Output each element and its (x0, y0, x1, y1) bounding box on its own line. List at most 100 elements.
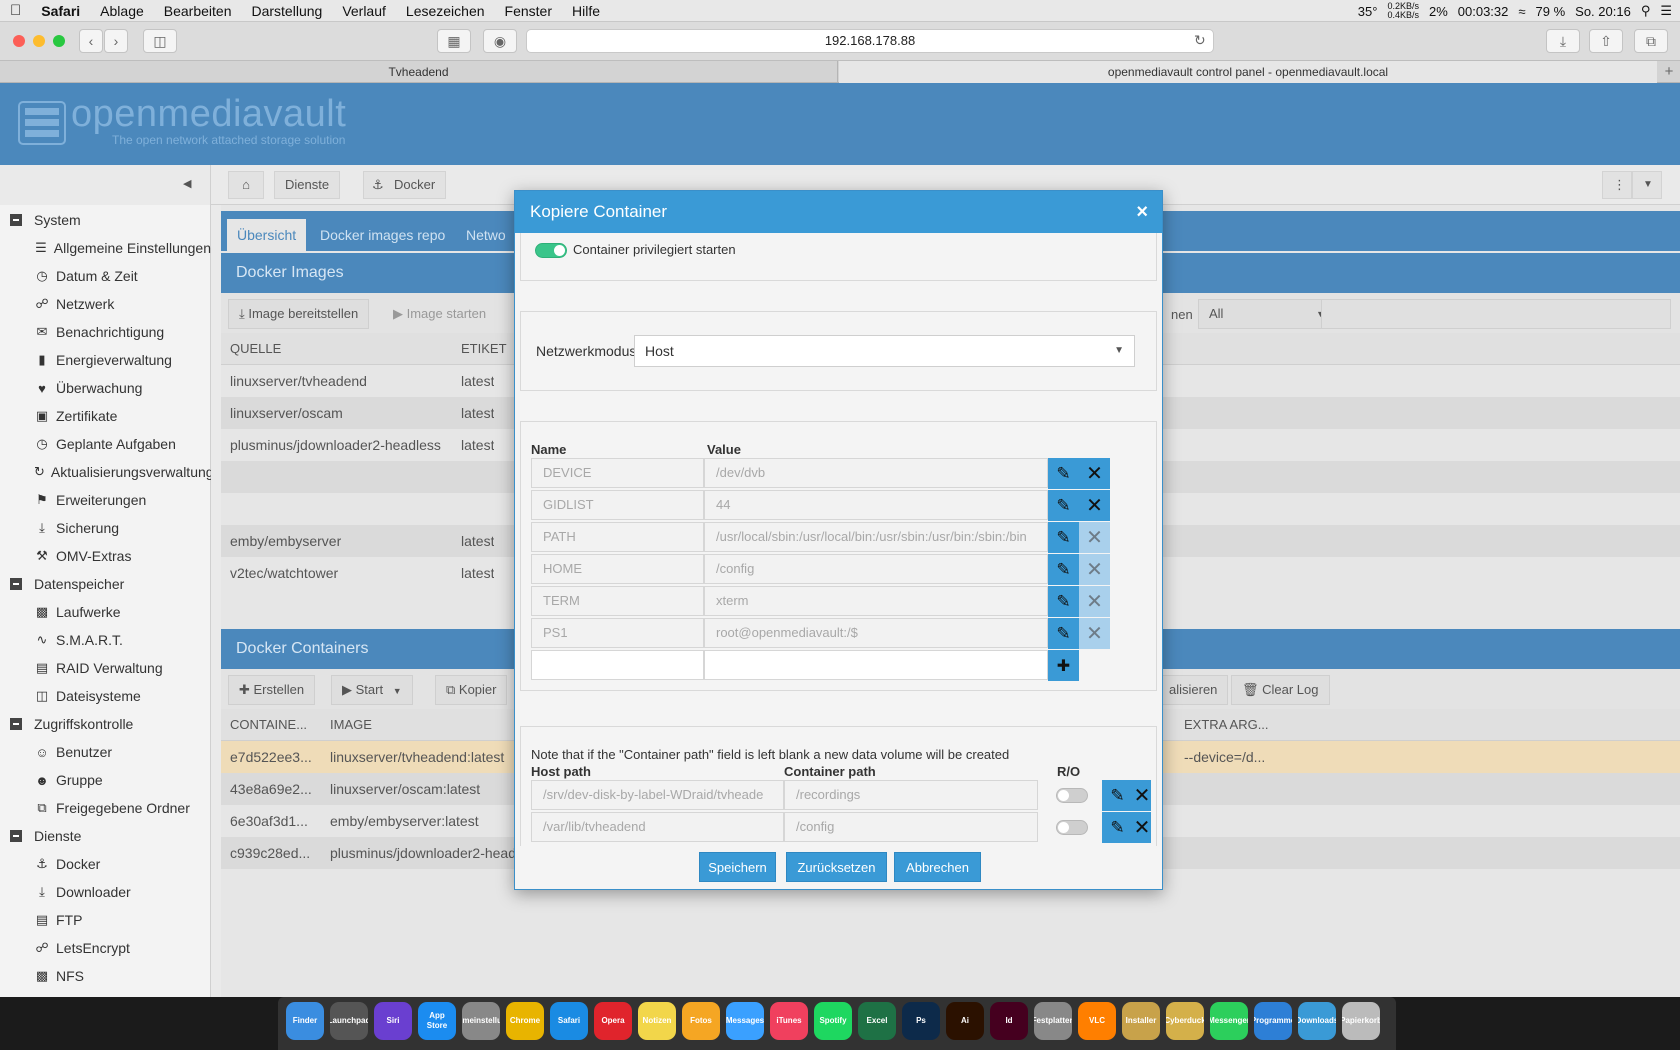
delete-icon[interactable]: ✕ (1133, 780, 1151, 811)
sidebar-item-letsencrypt[interactable]: ☍ LetsEncrypt (0, 934, 211, 962)
dock-spotify-icon[interactable]: Spotify (814, 1002, 852, 1040)
clock[interactable]: So. 20:16 (1575, 4, 1631, 19)
dock-app-store-icon[interactable]: App Store (418, 1002, 456, 1040)
edit-icon[interactable]: ✎ (1048, 490, 1079, 521)
dock-finder-icon[interactable]: Finder (286, 1002, 324, 1040)
delete-icon[interactable]: ✕ (1079, 586, 1110, 617)
downloads-icon[interactable]: ⤓ (1546, 29, 1580, 53)
delete-icon[interactable]: ✕ (1079, 458, 1110, 489)
collapse-group-icon[interactable] (10, 578, 22, 590)
close-window-button[interactable] (13, 35, 25, 47)
sidebar-item-laufwerke[interactable]: ▩ Laufwerke (0, 598, 211, 626)
create-container-button[interactable]: ✚ Erstellen (228, 675, 316, 705)
sidebar-item-benachrichtigung[interactable]: ✉ Benachrichtigung (0, 318, 211, 346)
collapse-sidebar-icon[interactable]: ◀ (183, 177, 191, 190)
delete-icon[interactable]: ✕ (1079, 618, 1110, 649)
clear-log-button[interactable]: 🗑 Clear Log (1231, 675, 1330, 705)
dock-chrome-icon[interactable]: Chrome (506, 1002, 544, 1040)
delete-icon[interactable]: ✕ (1133, 812, 1151, 843)
dock-ai-icon[interactable]: Ai (946, 1002, 984, 1040)
refresh-button[interactable]: alisieren (1159, 675, 1229, 705)
volume-host-path-field[interactable]: /var/lib/tvheadend (531, 812, 784, 842)
more-menu-icon[interactable]: ⋮ (1602, 171, 1632, 199)
dock-launchpad-icon[interactable]: Launchpad (330, 1002, 368, 1040)
edit-icon[interactable]: ✎ (1102, 812, 1133, 843)
sidebar-toggle-icon[interactable]: ◫ (143, 29, 177, 53)
dock-notizen-icon[interactable]: Notizen (638, 1002, 676, 1040)
sidebar-item-docker[interactable]: ⚓ Docker (0, 850, 211, 878)
chevron-down-icon[interactable]: ▼ (1632, 171, 1662, 199)
volume-container-path-field[interactable]: /recordings (784, 780, 1038, 810)
edit-icon[interactable]: ✎ (1048, 586, 1079, 617)
sidebar-item-datum-zeit[interactable]: ◷ Datum & Zeit (0, 262, 211, 290)
dock-id-icon[interactable]: Id (990, 1002, 1028, 1040)
tab-tvheadend[interactable]: Tvheadend (0, 61, 838, 83)
dock-festplatten-icon[interactable]: Festplatten (1034, 1002, 1072, 1040)
readonly-toggle[interactable] (1056, 820, 1088, 835)
network-mode-select[interactable]: Host ▼ (634, 335, 1135, 367)
add-icon[interactable]: ✚ (1048, 650, 1079, 681)
tab-network[interactable]: Netwo (456, 219, 516, 251)
sidebar-item-energieverwaltung[interactable]: ▮ Energieverwaltung (0, 346, 211, 374)
menu-verlauf[interactable]: Verlauf (332, 3, 396, 19)
volume-container-path-field[interactable]: /config (784, 812, 1038, 842)
dock-excel-icon[interactable]: Excel (858, 1002, 896, 1040)
collapse-group-icon[interactable] (10, 718, 22, 730)
wifi-icon[interactable]: ≈ (1518, 4, 1525, 19)
dock-itunes-icon[interactable]: iTunes (770, 1002, 808, 1040)
dock-messenger-icon[interactable]: Messenger (1210, 1002, 1248, 1040)
sidebar-item-überwachung[interactable]: ♥ Überwachung (0, 374, 211, 402)
sidebar-item-ftp[interactable]: ▤ FTP (0, 906, 211, 934)
env-new-value-field[interactable] (704, 650, 1048, 680)
tab-docker-images-repo[interactable]: Docker images repo (310, 219, 455, 251)
col-extra-args[interactable]: EXTRA ARG... (1184, 709, 1269, 741)
sidebar-item-downloader[interactable]: ⤓ Downloader (0, 878, 211, 906)
back-icon[interactable]: ‹ (79, 29, 103, 53)
dock-papierkorb-icon[interactable]: Papierkorb (1342, 1002, 1380, 1040)
battery-status[interactable]: 79 % (1536, 4, 1566, 19)
sidebar-group-zugriffskontrolle[interactable]: Zugriffskontrolle (0, 710, 211, 738)
tab-openmediavault[interactable]: openmediavault control panel - openmedia… (839, 61, 1657, 83)
top-sites-icon[interactable]: ▦ (437, 29, 471, 53)
timer-status[interactable]: 00:03:32 (1458, 4, 1509, 19)
env-value-field[interactable]: /config (704, 554, 1048, 584)
dock-downloads-icon[interactable]: Downloads (1298, 1002, 1336, 1040)
temperature-status[interactable]: 35° (1358, 4, 1378, 19)
cpu-status[interactable]: 2% (1429, 4, 1448, 19)
dock-installer-icon[interactable]: Installer (1122, 1002, 1160, 1040)
env-name-field[interactable]: TERM (531, 586, 704, 616)
copy-container-button[interactable]: ⧉ Kopier (435, 675, 508, 705)
env-value-field[interactable]: 44 (704, 490, 1048, 520)
sidebar-item-dateisysteme[interactable]: ◫ Dateisysteme (0, 682, 211, 710)
dock-messages-icon[interactable]: Messages (726, 1002, 764, 1040)
dock-opera-icon[interactable]: Opera (594, 1002, 632, 1040)
dock-ps-icon[interactable]: Ps (902, 1002, 940, 1040)
tab-uebersicht[interactable]: Übersicht (227, 219, 307, 251)
sidebar-item-omv-extras[interactable]: ⚒ OMV-Extras (0, 542, 211, 570)
menu-hilfe[interactable]: Hilfe (562, 3, 610, 19)
env-value-field[interactable]: /usr/local/sbin:/usr/local/bin:/usr/sbin… (704, 522, 1048, 552)
sidebar-item-aktualisierungsverwaltung[interactable]: ↻ Aktualisierungsverwaltung (0, 458, 211, 486)
menu-darstellung[interactable]: Darstellung (241, 3, 332, 19)
spotlight-icon[interactable]: ⚲ (1641, 3, 1651, 19)
address-bar[interactable]: 192.168.178.88 (526, 29, 1214, 53)
dock-cyberduck-icon[interactable]: Cyberduck (1166, 1002, 1204, 1040)
sidebar-item-zertifikate[interactable]: ▣ Zertifikate (0, 402, 211, 430)
sidebar-group-system[interactable]: System (0, 206, 211, 234)
start-image-button[interactable]: ▶ Image starten (382, 299, 498, 329)
env-value-field[interactable]: /dev/dvb (704, 458, 1048, 488)
tabs-overview-icon[interactable]: ⧉ (1634, 29, 1668, 53)
sidebar-group-dienste[interactable]: Dienste (0, 822, 211, 850)
breadcrumb-docker[interactable]: ⚓ Docker (363, 171, 447, 199)
dock-systemeinstellungen-icon[interactable]: Systemeinstellungen (462, 1002, 500, 1040)
forward-icon[interactable]: › (104, 29, 128, 53)
dock-fotos-icon[interactable]: Fotos (682, 1002, 720, 1040)
sidebar-item-sicherung[interactable]: ⤓ Sicherung (0, 514, 211, 542)
new-tab-icon[interactable]: + (1658, 61, 1680, 83)
menu-ablage[interactable]: Ablage (90, 3, 154, 19)
reset-button[interactable]: Zurücksetzen (786, 852, 887, 882)
dock-vlc-icon[interactable]: VLC (1078, 1002, 1116, 1040)
menu-safari[interactable]: Safari (31, 3, 90, 19)
delete-icon[interactable]: ✕ (1079, 490, 1110, 521)
edit-icon[interactable]: ✎ (1102, 780, 1133, 811)
